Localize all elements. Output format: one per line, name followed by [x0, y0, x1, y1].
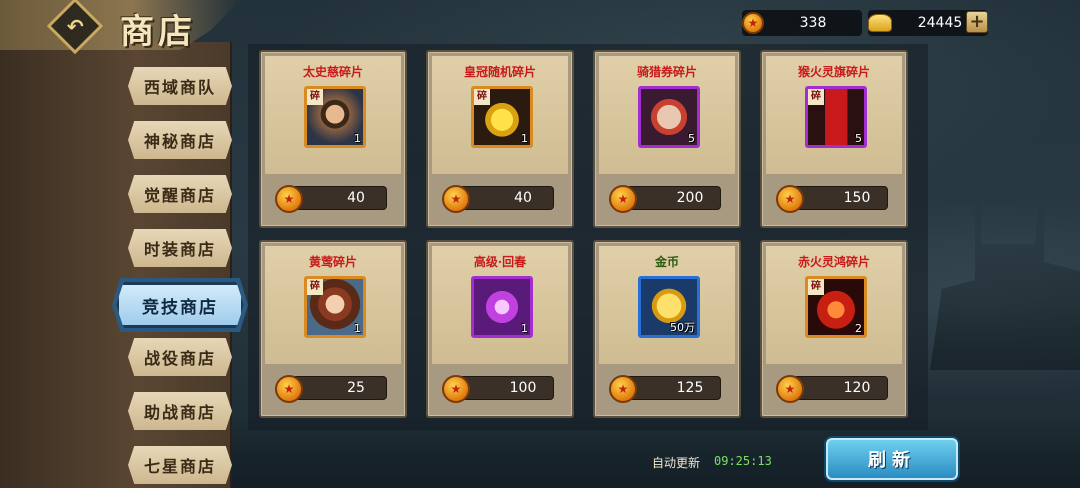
- arena-coin-icon: [275, 375, 303, 403]
- auto-refresh-label: 自动更新: [652, 456, 701, 470]
- flag-icon: 碎 5: [805, 86, 867, 148]
- item-qty: 5: [855, 132, 862, 145]
- fragment-tag: 碎: [307, 89, 323, 105]
- gold-coin-icon: 50万: [638, 276, 700, 338]
- item-name: 皇冠随机碎片: [463, 65, 536, 79]
- item-qty: 1: [521, 132, 528, 145]
- item-price: 100: [509, 380, 537, 396]
- hero-portrait-icon: 碎 1: [304, 86, 366, 148]
- item-name: 骑猎券碎片: [636, 65, 697, 79]
- arena-coin-icon: [776, 375, 804, 403]
- arena-coin-icon: [776, 185, 804, 213]
- shop-item-card[interactable]: 黄莺碎片 碎 1 25: [259, 240, 407, 418]
- back-arrow-icon: ↶: [66, 13, 84, 38]
- arena-coin-value: 338: [799, 15, 827, 31]
- fragment-tag: 碎: [307, 279, 323, 295]
- item-qty: 50万: [670, 321, 695, 334]
- shop-item-card[interactable]: 猴火灵旗碎片 碎 5 150: [760, 50, 908, 228]
- arena-coin-icon: [442, 185, 470, 213]
- item-price: 150: [843, 190, 871, 206]
- item-price: 125: [676, 380, 704, 396]
- item-name: 赤火灵鸿碎片: [797, 255, 870, 269]
- refresh-button[interactable]: 刷新: [826, 438, 958, 480]
- shop-item-card[interactable]: 太史慈碎片 碎 1 40: [259, 50, 407, 228]
- fragment-tag: 碎: [808, 279, 824, 295]
- tab-campaign-shop[interactable]: 战役商店: [128, 338, 232, 376]
- auto-refresh-timer: 09:25:13: [714, 454, 772, 468]
- tab-fashion-shop[interactable]: 时装商店: [128, 229, 232, 267]
- shop-item-card[interactable]: 赤火灵鸿碎片 碎 2 120: [760, 240, 908, 418]
- item-name: 猴火灵旗碎片: [797, 65, 870, 79]
- tab-west-caravan[interactable]: 西域商队: [128, 67, 232, 105]
- crown-chest-icon: 碎 1: [471, 86, 533, 148]
- hero-portrait-icon: 碎 1: [304, 276, 366, 338]
- fragment-tag: 碎: [808, 89, 824, 105]
- item-qty: 1: [354, 132, 361, 145]
- item-price: 200: [676, 190, 704, 206]
- item-qty: 1: [354, 322, 361, 335]
- item-price: 25: [347, 380, 365, 396]
- page-title: 商店: [120, 12, 196, 52]
- item-price: 40: [347, 190, 365, 206]
- arena-coin-icon: [742, 12, 764, 34]
- item-qty: 2: [855, 322, 862, 335]
- arena-coin-icon: [609, 185, 637, 213]
- tab-seven-star-shop[interactable]: 七星商店: [128, 446, 232, 484]
- item-name: 太史慈碎片: [302, 65, 363, 79]
- item-name: 金币: [654, 255, 679, 269]
- tab-arena-shop[interactable]: 竞技商店: [116, 282, 244, 328]
- item-name: 高级·回春: [473, 255, 527, 269]
- tab-assist-shop[interactable]: 助战商店: [128, 392, 232, 430]
- item-qty: 1: [521, 322, 528, 335]
- item-price: 120: [843, 380, 871, 396]
- item-price: 40: [514, 190, 532, 206]
- shop-item-card[interactable]: 金币 50万 125: [593, 240, 741, 418]
- shop-item-card[interactable]: 高级·回春 1 100: [426, 240, 574, 418]
- scroll-ticket-icon: 5: [638, 86, 700, 148]
- shop-item-card[interactable]: 骑猎券碎片 5 200: [593, 50, 741, 228]
- heart-skill-icon: 1: [471, 276, 533, 338]
- arena-coin-icon: [442, 375, 470, 403]
- item-name: 黄莺碎片: [308, 255, 357, 269]
- fire-bird-icon: 碎 2: [805, 276, 867, 338]
- add-gold-button[interactable]: +: [966, 11, 988, 33]
- arena-coin-counter: 338: [742, 10, 862, 36]
- arena-coin-icon: [275, 185, 303, 213]
- tab-mystery-shop[interactable]: 神秘商店: [128, 121, 232, 159]
- arena-coin-icon: [609, 375, 637, 403]
- tab-awaken-shop[interactable]: 觉醒商店: [128, 175, 232, 213]
- item-qty: 5: [688, 132, 695, 145]
- gold-ingot-icon: [868, 14, 892, 32]
- fragment-tag: 碎: [474, 89, 490, 105]
- shop-item-card[interactable]: 皇冠随机碎片 碎 1 40: [426, 50, 574, 228]
